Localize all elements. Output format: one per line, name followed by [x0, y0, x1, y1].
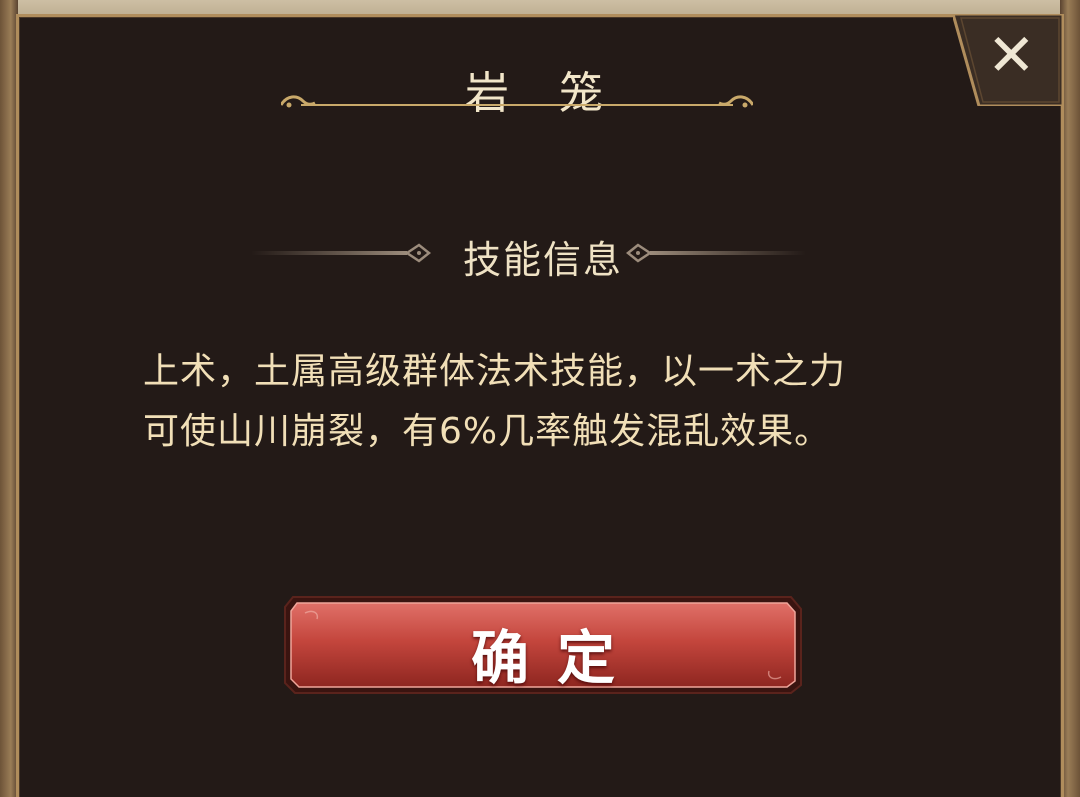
section-title: 技能信息: [462, 238, 623, 282]
skill-description: 上术，土属高级群体法术技能，以一术之力 可使山川崩裂，有6%几率触发混乱效果。: [143, 342, 953, 462]
close-button[interactable]: ✕: [953, 14, 1063, 106]
section-header: 技能信息: [19, 225, 1067, 282]
skill-info-dialog: 岩 笼 ✕ 技能信息 上术，土属高级群体法术技能，以一术之力 可使山川崩裂，有6…: [16, 14, 1064, 797]
close-x-icon: ✕: [987, 21, 1036, 89]
confirm-button[interactable]: 确定: [283, 595, 803, 695]
game-screen: 岩 笼 ✕ 技能信息 上术，土属高级群体法术技能，以一术之力 可使山川崩裂，有6…: [0, 0, 1080, 797]
confirm-button-label: 确定: [470, 624, 643, 692]
section-ornament-right: [626, 243, 806, 263]
skill-description-line-2: 可使山川崩裂，有6%几率触发混乱效果。: [143, 411, 832, 452]
title-underline-ornament: [281, 95, 753, 108]
skill-description-line-1: 上术，土属高级群体法术技能，以一术之力: [143, 351, 847, 392]
